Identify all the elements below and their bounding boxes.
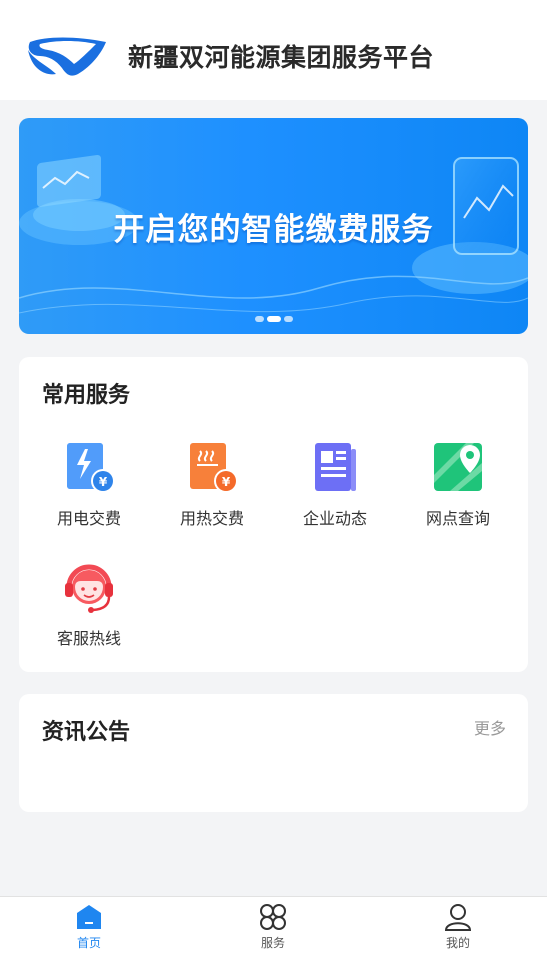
app-header: 新疆双河能源集团服务平台 bbox=[0, 0, 547, 100]
tab-label: 我的 bbox=[445, 936, 470, 950]
banner-dot[interactable] bbox=[283, 316, 293, 322]
news-icon bbox=[315, 443, 356, 491]
tab-home[interactable]: 首页 bbox=[49, 903, 129, 951]
app-title: 新疆双河能源集团服务平台 bbox=[128, 43, 435, 72]
bottom-tab-bar: 首页 服务 我的 bbox=[0, 896, 547, 953]
home-icon bbox=[77, 905, 101, 929]
tab-label: 首页 bbox=[76, 936, 101, 950]
promo-banner[interactable]: 开启您的智能缴费服务 bbox=[19, 118, 528, 334]
service-label: 网点查询 bbox=[425, 509, 490, 528]
news-card: 资讯公告 更多 bbox=[19, 694, 528, 812]
banner-dot[interactable] bbox=[254, 316, 264, 322]
banner-pagination bbox=[19, 316, 528, 322]
service-label: 用热交费 bbox=[179, 509, 244, 528]
banner-headline: 开启您的智能缴费服务 bbox=[113, 212, 434, 248]
banner-dot-active[interactable] bbox=[266, 316, 281, 322]
svg-text:¥: ¥ bbox=[222, 475, 231, 489]
service-heating-pay[interactable]: ¥ 用热交费 bbox=[157, 439, 267, 529]
tab-label: 服务 bbox=[260, 936, 285, 950]
user-icon bbox=[444, 904, 472, 931]
service-label: 用电交费 bbox=[56, 509, 121, 528]
svg-text:¥: ¥ bbox=[99, 475, 108, 489]
service-electricity-pay[interactable]: ¥ 用电交费 bbox=[34, 439, 144, 529]
news-title: 资讯公告 bbox=[42, 720, 131, 745]
logo-icon bbox=[28, 37, 106, 76]
service-branch-locator[interactable]: 网点查询 bbox=[403, 439, 513, 529]
service-company-news[interactable]: 企业动态 bbox=[280, 439, 390, 529]
heating-pay-icon: ¥ bbox=[190, 443, 238, 493]
map-pin-icon bbox=[434, 443, 482, 491]
services-title: 常用服务 bbox=[42, 383, 131, 408]
grid-icon bbox=[260, 904, 286, 930]
service-label: 企业动态 bbox=[302, 509, 367, 528]
news-more-link[interactable]: 更多 bbox=[474, 715, 506, 739]
tab-profile[interactable]: 我的 bbox=[418, 903, 498, 951]
electricity-pay-icon: ¥ bbox=[67, 443, 115, 493]
common-services-card: 常用服务 ¥ 用电交费 ¥ 用热交费 企业动态 网点查询 客服热线 bbox=[19, 357, 528, 672]
tab-services[interactable]: 服务 bbox=[233, 903, 313, 951]
service-label: 客服热线 bbox=[56, 629, 121, 648]
service-customer-hotline[interactable]: 客服热线 bbox=[34, 559, 144, 649]
customer-service-icon bbox=[65, 564, 113, 613]
